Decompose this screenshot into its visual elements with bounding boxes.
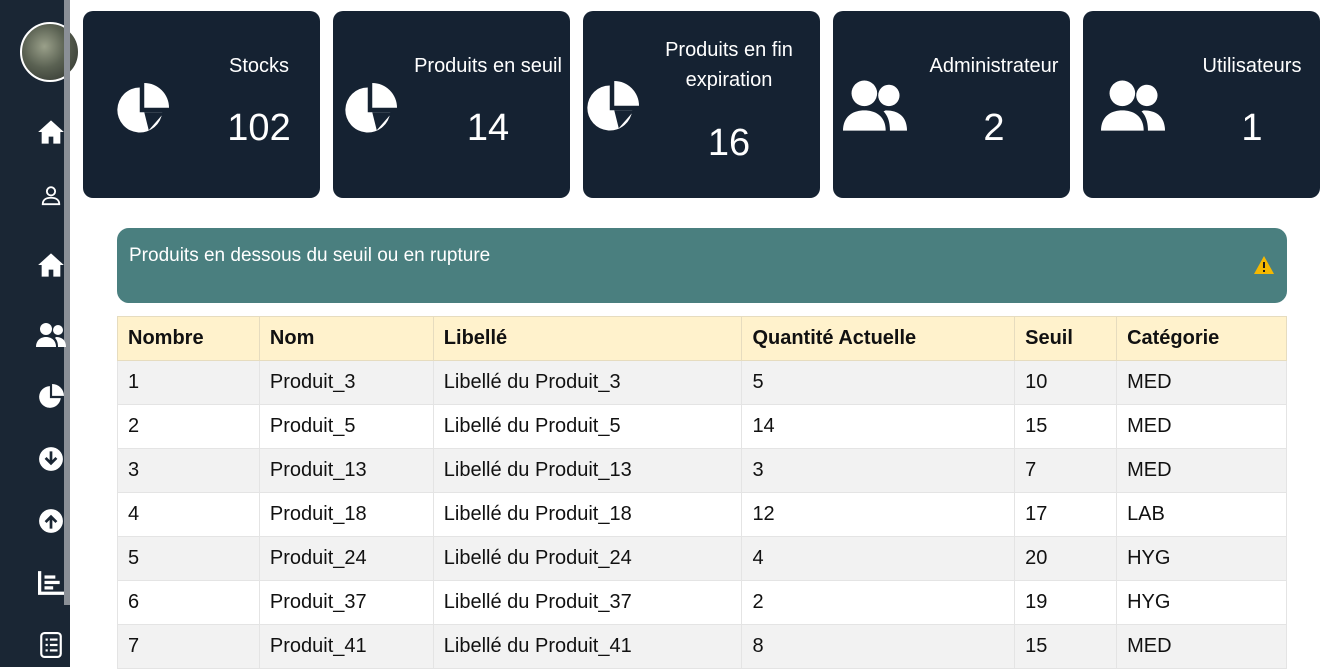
table-cell: 14 xyxy=(741,404,1016,449)
banner-title: Produits en dessous du seuil ou en ruptu… xyxy=(129,245,491,266)
arrow-up-circle-icon[interactable] xyxy=(36,506,66,536)
table-cell: MED xyxy=(1116,404,1287,449)
table-cell: 3 xyxy=(117,448,260,493)
table-cell: Libellé du Produit_37 xyxy=(432,580,743,625)
column-header[interactable]: Quantité Actuelle xyxy=(741,316,1016,361)
users-icon xyxy=(1101,79,1165,131)
arrow-down-circle-icon[interactable] xyxy=(36,444,66,474)
table-cell: 6 xyxy=(117,580,260,625)
table-row[interactable]: 7 Produit_41 Libellé du Produit_41 8 15 MED xyxy=(117,624,1287,669)
table-cell: Libellé du Produit_24 xyxy=(432,536,743,581)
stat-card-produits-expiration[interactable]: Produits en fin expiration 16 xyxy=(583,11,820,198)
table-cell: MED xyxy=(1116,448,1287,493)
table-cell: Produit_13 xyxy=(258,448,434,493)
home-icon[interactable] xyxy=(36,250,66,280)
column-header[interactable]: Nombre xyxy=(117,316,260,361)
table-cell: MED xyxy=(1116,360,1287,405)
table-cell: 10 xyxy=(1014,360,1118,405)
table-cell: 1 xyxy=(117,360,260,405)
chart-pie-icon xyxy=(585,81,639,135)
table-cell: LAB xyxy=(1116,492,1287,537)
column-header[interactable]: Catégorie xyxy=(1116,316,1287,361)
card-value: 1 xyxy=(1241,107,1263,149)
table-cell: 17 xyxy=(1014,492,1118,537)
table-cell: Libellé du Produit_41 xyxy=(432,624,743,669)
column-header[interactable]: Seuil xyxy=(1014,316,1118,361)
table-cell: MED xyxy=(1116,624,1287,669)
table-cell: 4 xyxy=(741,536,1016,581)
table-cell: 2 xyxy=(741,580,1016,625)
table-cell: 15 xyxy=(1014,624,1118,669)
table-cell: 7 xyxy=(117,624,260,669)
table-cell: Produit_24 xyxy=(258,536,434,581)
column-header[interactable]: Nom xyxy=(258,316,434,361)
products-table: Nombre Nom Libellé Quantité Actuelle Seu… xyxy=(117,316,1287,669)
stat-card-produits-seuil[interactable]: Produits en seuil 14 xyxy=(333,11,570,198)
card-label: Produits en fin expiration xyxy=(665,39,793,91)
table-cell: 3 xyxy=(741,448,1016,493)
table-cell: HYG xyxy=(1116,580,1287,625)
table-row[interactable]: 5 Produit_24 Libellé du Produit_24 4 20 HYG xyxy=(117,536,1287,581)
user-icon[interactable] xyxy=(36,180,66,210)
table-cell: Libellé du Produit_18 xyxy=(432,492,743,537)
card-label: Produits en seuil xyxy=(414,55,562,77)
sidebar xyxy=(0,0,80,667)
home-icon[interactable] xyxy=(36,117,66,147)
table-row[interactable]: 3 Produit_13 Libellé du Produit_13 3 7 MED xyxy=(117,448,1287,493)
chart-pie-icon xyxy=(115,83,169,137)
table-row[interactable]: 4 Produit_18 Libellé du Produit_18 12 17 LAB xyxy=(117,492,1287,537)
table-cell: Produit_18 xyxy=(258,492,434,537)
table-row[interactable]: 2 Produit_5 Libellé du Produit_5 14 15 MED xyxy=(117,404,1287,449)
table-cell: Libellé du Produit_5 xyxy=(432,404,743,449)
stat-card-administrateur[interactable]: Administrateur 2 xyxy=(833,11,1070,198)
chart-pie-icon[interactable] xyxy=(36,382,66,412)
stat-card-utilisateurs[interactable]: Utilisateurs 1 xyxy=(1083,11,1320,198)
users-icon[interactable] xyxy=(36,320,66,350)
table-cell: 15 xyxy=(1014,404,1118,449)
stat-card-stocks[interactable]: Stocks 102 xyxy=(83,11,320,198)
warning-icon xyxy=(1253,255,1275,275)
table-cell: Produit_37 xyxy=(258,580,434,625)
card-label: Stocks xyxy=(228,55,290,77)
card-label: Utilisateurs xyxy=(1202,55,1302,77)
table-cell: 4 xyxy=(117,492,260,537)
table-row[interactable]: 6 Produit_37 Libellé du Produit_37 2 19 HYG xyxy=(117,580,1287,625)
card-value: 2 xyxy=(983,107,1005,149)
card-value: 16 xyxy=(707,122,751,164)
card-value: 14 xyxy=(466,107,510,149)
table-cell: Produit_41 xyxy=(258,624,434,669)
avatar[interactable] xyxy=(20,22,80,82)
table-cell: 2 xyxy=(117,404,260,449)
table-cell: 20 xyxy=(1014,536,1118,581)
alert-banner: Produits en dessous du seuil ou en ruptu… xyxy=(117,228,1287,303)
table-cell: 8 xyxy=(741,624,1016,669)
card-value: 102 xyxy=(227,107,291,149)
bar-chart-icon[interactable] xyxy=(36,568,66,598)
table-cell: Produit_5 xyxy=(258,404,434,449)
table-cell: Libellé du Produit_13 xyxy=(432,448,743,493)
table-header-row: Nombre Nom Libellé Quantité Actuelle Seu… xyxy=(117,316,1287,361)
card-label: Administrateur xyxy=(929,55,1059,77)
table-cell: 5 xyxy=(741,360,1016,405)
table-cell: 5 xyxy=(117,536,260,581)
chart-pie-icon xyxy=(343,83,397,137)
table-row[interactable]: 1 Produit_3 Libellé du Produit_3 5 10 MED xyxy=(117,360,1287,405)
table-cell: Libellé du Produit_3 xyxy=(432,360,743,405)
table-cell: 12 xyxy=(741,492,1016,537)
document-list-icon[interactable] xyxy=(36,630,66,660)
table-cell: HYG xyxy=(1116,536,1287,581)
users-icon xyxy=(843,79,907,131)
column-header[interactable]: Libellé xyxy=(432,316,743,361)
table-cell: Produit_3 xyxy=(258,360,434,405)
table-cell: 7 xyxy=(1014,448,1118,493)
table-cell: 19 xyxy=(1014,580,1118,625)
